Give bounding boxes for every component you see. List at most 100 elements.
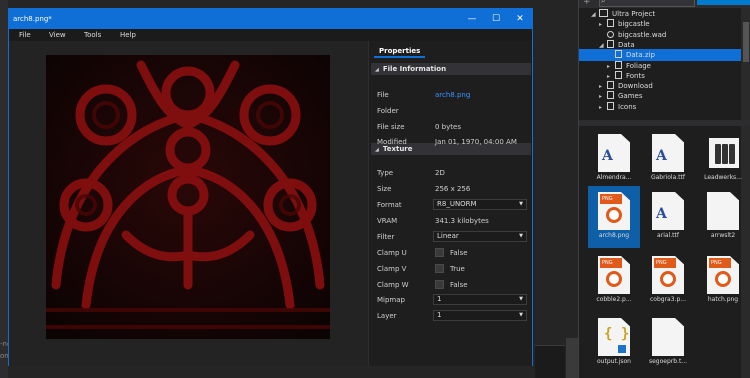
property-label: Clamp W — [377, 281, 409, 289]
search-input[interactable] — [599, 0, 695, 7]
texture-viewport[interactable] — [9, 41, 368, 366]
asset-label: Almendra... — [596, 174, 632, 181]
file-icon — [607, 19, 614, 28]
asset-label: Gabriola.ttf — [650, 174, 685, 181]
menu-view[interactable]: View — [49, 29, 66, 41]
asset-label: cobgra3.p... — [650, 296, 686, 303]
png-file-icon: PNG — [598, 192, 630, 230]
menu-help[interactable]: Help — [120, 29, 136, 41]
asset-label: segoeprb.t... — [648, 358, 688, 365]
project-panel: + ⌕ ◢ Ultra Project ▸ bigcastle bigcastle.wa… — [578, 0, 750, 378]
asset-label: hatch.png — [707, 296, 739, 303]
font-file-icon: A — [652, 134, 684, 172]
asset-item[interactable]: Leadwerks... — [697, 128, 749, 190]
json-glyph: { } — [604, 326, 630, 342]
asset-item[interactable]: PNG cobble2.p... — [588, 250, 640, 312]
minimize-button[interactable]: — — [460, 9, 484, 29]
chevron-down-icon: ▼ — [519, 201, 523, 207]
property-label: File size — [377, 123, 405, 131]
png-badge: PNG — [600, 194, 622, 204]
maximize-button[interactable]: ☐ — [484, 9, 508, 29]
image-glyph — [606, 207, 622, 223]
asset-label: arial.ttf — [657, 232, 679, 239]
combo-value: Linear — [437, 232, 459, 240]
menu-file[interactable]: File — [19, 29, 31, 41]
property-label: Clamp U — [377, 249, 407, 257]
image-glyph — [660, 271, 676, 287]
tree-scrollbar-thumb[interactable] — [743, 22, 749, 62]
tree-item-label: Foliage — [626, 61, 651, 70]
tree-item-label: Data.zip — [626, 51, 656, 60]
menu-tools[interactable]: Tools — [84, 29, 101, 41]
font-glyph: A — [656, 148, 667, 164]
tree-item[interactable]: ▸ Icons — [579, 101, 636, 113]
properties-panel: Properties ◢ File Information ◢ Texture Fi… — [368, 41, 532, 366]
tree-scrollbar[interactable] — [741, 8, 750, 120]
add-icon[interactable]: + — [583, 0, 591, 7]
project-tree: ◢ Ultra Project ▸ bigcastle bigcastle.wad ◢ Da… — [579, 8, 750, 120]
blank-file-icon — [707, 192, 739, 230]
collapse-arrow-icon: ◢ — [375, 147, 379, 153]
tab-properties[interactable]: Properties — [374, 44, 426, 58]
checkbox-value: False — [450, 281, 468, 289]
json-file-icon: { } — [598, 318, 630, 356]
background-scrollbar[interactable] — [566, 338, 578, 378]
tree-item-label: bigcastle — [618, 20, 650, 29]
property-value: 0 bytes — [435, 123, 461, 131]
texture-image — [46, 55, 330, 339]
book-shape — [729, 144, 735, 164]
font-file-icon: A — [652, 192, 684, 230]
property-label: Size — [377, 185, 392, 193]
checkbox-value: False — [450, 249, 468, 257]
asset-item[interactable]: PNG arch8.png — [588, 186, 640, 248]
tree-item-label: Fonts — [626, 71, 645, 80]
file-icon — [607, 91, 614, 100]
asset-item[interactable]: A Almendra... — [588, 128, 640, 190]
combo-value: 1 — [437, 295, 442, 303]
texture-editor-window: arch8.png* — ☐ ✕ File View Tools Help Pr… — [8, 8, 533, 366]
asset-item[interactable]: PNG cobgra3.p... — [642, 250, 694, 312]
property-label: Folder — [377, 107, 399, 115]
layer-select[interactable]: 1 ▼ — [433, 310, 527, 321]
png-badge: PNG — [709, 258, 731, 268]
chevron-down-icon: ▼ — [519, 233, 523, 239]
clamp-u-checkbox[interactable] — [435, 248, 444, 257]
asset-label: Leadwerks... — [704, 174, 742, 181]
close-button[interactable]: ✕ — [508, 9, 532, 29]
checkbox-value: True — [450, 265, 465, 273]
title-bar[interactable]: arch8.png* — ☐ ✕ — [9, 9, 532, 29]
asset-item[interactable]: PNG hatch.png — [697, 250, 749, 312]
package-icon — [607, 30, 614, 38]
asset-item[interactable]: arrwslt2 — [697, 186, 749, 248]
expand-arrow-icon[interactable]: ▸ — [599, 102, 607, 114]
asset-item[interactable]: { } output.json — [588, 312, 640, 374]
property-label: Mipmap — [377, 296, 405, 304]
png-badge: PNG — [654, 258, 676, 268]
texture-preview — [46, 55, 330, 339]
image-glyph — [715, 271, 731, 287]
png-file-icon: PNG — [598, 256, 630, 294]
background-panel — [535, 345, 565, 378]
asset-item[interactable]: Aarial.ttf — [642, 186, 694, 248]
property-value: Jan 01, 1970, 04:00 AM — [435, 138, 517, 146]
clamp-v-checkbox[interactable] — [435, 264, 444, 273]
mipmap-select[interactable]: 1 ▼ — [433, 294, 527, 305]
format-select[interactable]: R8_UNORM ▼ — [433, 199, 527, 210]
asset-item[interactable]: A Gabriola.ttf — [642, 128, 694, 190]
search-icon: ⌕ — [601, 0, 606, 5]
property-label: Format — [377, 201, 402, 209]
filter-select[interactable]: Linear ▼ — [433, 231, 527, 242]
asset-label: arch8.png — [598, 232, 630, 239]
zoom-slider[interactable] — [697, 0, 750, 5]
property-label: File — [377, 91, 389, 99]
png-badge: PNG — [600, 258, 622, 268]
section-title: File Information — [382, 65, 447, 73]
tree-item-label: bigcastle.wad — [618, 30, 667, 39]
png-file-icon: PNG — [652, 256, 684, 294]
section-file-information[interactable]: ◢ File Information — [371, 63, 531, 75]
property-label: Layer — [377, 312, 397, 320]
font-glyph: A — [602, 148, 613, 164]
file-link[interactable]: arch8.png — [435, 90, 470, 100]
asset-item[interactable]: segoeprb.t... — [642, 312, 694, 374]
clamp-w-checkbox[interactable] — [435, 280, 444, 289]
